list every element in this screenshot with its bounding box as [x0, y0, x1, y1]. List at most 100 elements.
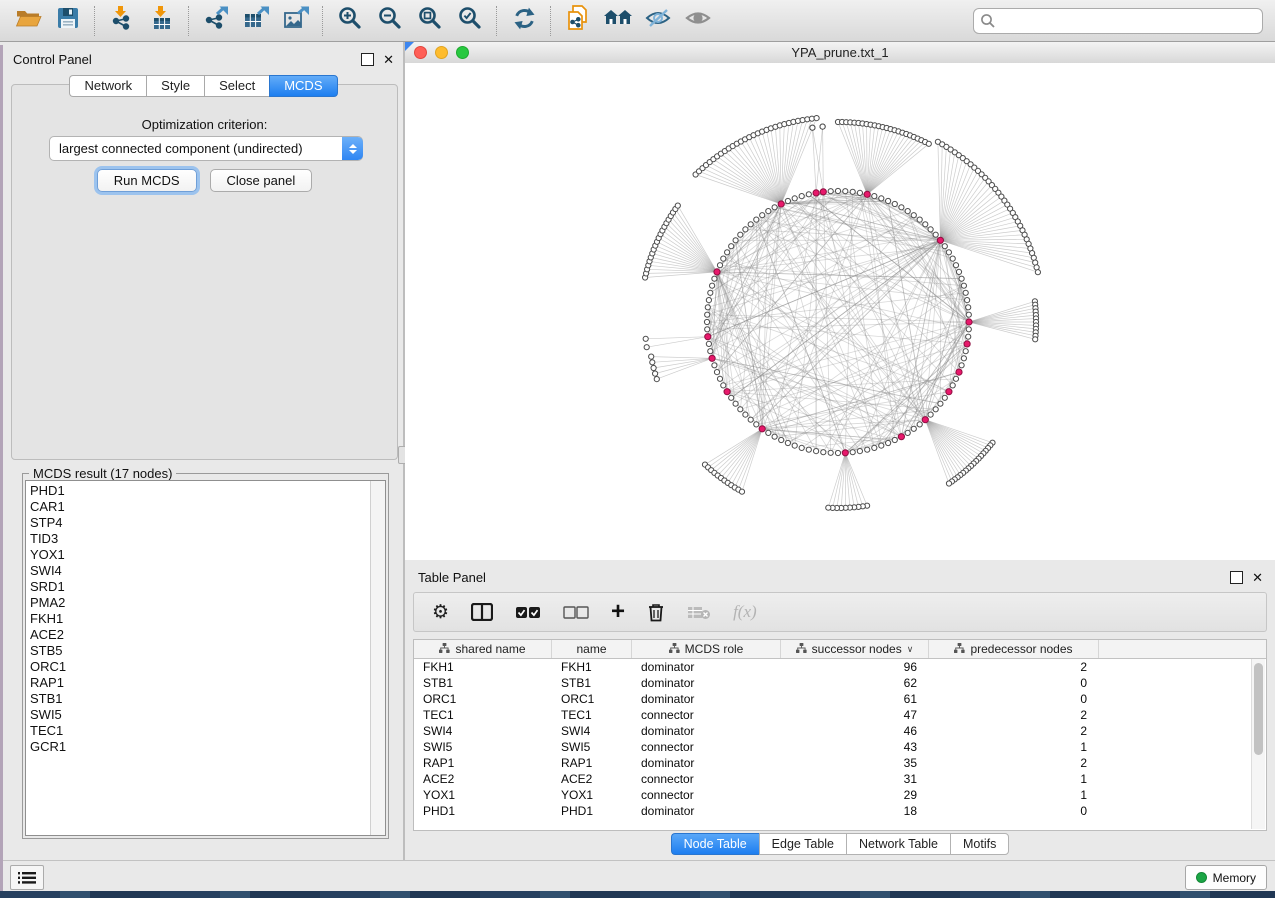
run-mcds-button[interactable]: Run MCDS	[97, 169, 197, 192]
tab-network[interactable]: Network	[69, 75, 146, 97]
settings-gear-icon[interactable]: ⚙	[432, 603, 449, 622]
mcds-node-item[interactable]: CAR1	[30, 499, 371, 515]
hide-selected-button[interactable]	[638, 4, 678, 38]
mcds-list-scrollbar[interactable]	[370, 481, 385, 835]
show-panels-button[interactable]	[10, 865, 44, 890]
table-scrollbar[interactable]	[1251, 659, 1265, 829]
export-image-icon	[283, 5, 310, 36]
cell-predecessor-nodes: 2	[929, 756, 1099, 770]
cell-successor-nodes: 18	[781, 804, 929, 818]
mcds-node-item[interactable]: SRD1	[30, 579, 371, 595]
tab-edge-table[interactable]: Edge Table	[759, 833, 846, 855]
delete-column-icon[interactable]	[647, 602, 665, 622]
add-column-icon[interactable]: +	[611, 602, 625, 622]
import-network-button[interactable]	[102, 4, 142, 38]
mcds-node-item[interactable]: TEC1	[30, 723, 371, 739]
mcds-node-item[interactable]: SWI4	[30, 563, 371, 579]
table-row[interactable]: SWI4SWI4dominator462	[414, 723, 1266, 739]
tab-network-table[interactable]: Network Table	[846, 833, 950, 855]
search-input[interactable]	[973, 8, 1263, 34]
mcds-node-item[interactable]: FKH1	[30, 611, 371, 627]
control-panel: Control Panel ✕ NetworkStyleSelectMCDS O…	[3, 45, 404, 860]
cell-predecessor-nodes: 0	[929, 804, 1099, 818]
column-header-shared-name[interactable]: shared name	[414, 640, 552, 658]
select-all-rows-icon[interactable]	[515, 606, 541, 619]
column-header-predecessor-nodes[interactable]: predecessor nodes	[929, 640, 1099, 658]
cell-name: FKH1	[552, 660, 632, 674]
table-row[interactable]: STB1STB1dominator620	[414, 675, 1266, 691]
shared-column-icon	[439, 642, 450, 656]
show-column-icon[interactable]	[471, 603, 493, 621]
mcds-node-item[interactable]: STB1	[30, 691, 371, 707]
network-canvas[interactable]	[405, 63, 1275, 560]
criterion-dropdown[interactable]: largest connected component (undirected)	[49, 136, 363, 161]
cell-successor-nodes: 96	[781, 660, 929, 674]
cell-predecessor-nodes: 2	[929, 660, 1099, 674]
mcds-node-item[interactable]: TID3	[30, 531, 371, 547]
tab-motifs[interactable]: Motifs	[950, 833, 1009, 855]
refresh-view-button[interactable]	[504, 4, 544, 38]
first-neighbors-button[interactable]	[598, 4, 638, 38]
cell-shared-name: TEC1	[414, 708, 552, 722]
cell-name: YOX1	[552, 788, 632, 802]
table-row[interactable]: ACE2ACE2connector311	[414, 771, 1266, 787]
mcds-node-item[interactable]: YOX1	[30, 547, 371, 563]
cell-shared-name: STB1	[414, 676, 552, 690]
export-image-button[interactable]	[276, 4, 316, 38]
table-scrollbar-thumb[interactable]	[1254, 663, 1263, 755]
shared-column-icon	[669, 642, 680, 656]
tab-style[interactable]: Style	[146, 75, 204, 97]
cell-successor-nodes: 61	[781, 692, 929, 706]
refresh-icon	[512, 6, 537, 36]
column-header-successor-nodes[interactable]: successor nodes∨	[781, 640, 929, 658]
memory-label: Memory	[1213, 871, 1256, 885]
table-row[interactable]: ORC1ORC1dominator610	[414, 691, 1266, 707]
mcds-node-item[interactable]: RAP1	[30, 675, 371, 691]
tab-node-table[interactable]: Node Table	[671, 833, 759, 855]
mcds-node-item[interactable]: STP4	[30, 515, 371, 531]
import-network-icon	[109, 5, 135, 36]
float-table-panel-icon[interactable]	[1230, 571, 1243, 584]
tab-select[interactable]: Select	[204, 75, 269, 97]
mcds-node-item[interactable]: PHD1	[30, 483, 371, 499]
mcds-node-item[interactable]: ORC1	[30, 659, 371, 675]
cell-predecessor-nodes: 1	[929, 788, 1099, 802]
mcds-node-item[interactable]: PMA2	[30, 595, 371, 611]
cell-successor-nodes: 31	[781, 772, 929, 786]
close-table-panel-icon[interactable]: ✕	[1252, 572, 1263, 583]
zoom-in-button[interactable]	[330, 4, 370, 38]
memory-button[interactable]: Memory	[1185, 865, 1267, 890]
table-row[interactable]: TEC1TEC1connector472	[414, 707, 1266, 723]
close-panel-icon[interactable]: ✕	[383, 54, 394, 65]
import-table-button[interactable]	[142, 4, 182, 38]
tab-mcds[interactable]: MCDS	[269, 75, 337, 97]
zoom-selected-button[interactable]	[450, 4, 490, 38]
network-window-titlebar[interactable]: YPA_prune.txt_1	[405, 42, 1275, 64]
mcds-node-item[interactable]: SWI5	[30, 707, 371, 723]
table-row[interactable]: YOX1YOX1connector291	[414, 787, 1266, 803]
zoom-fit-button[interactable]	[410, 4, 450, 38]
table-row[interactable]: FKH1FKH1dominator962	[414, 659, 1266, 675]
close-panel-button[interactable]: Close panel	[210, 169, 313, 192]
table-row[interactable]: RAP1RAP1dominator352	[414, 755, 1266, 771]
mcds-node-item[interactable]: STB5	[30, 643, 371, 659]
table-row[interactable]: PHD1PHD1dominator180	[414, 803, 1266, 819]
main-toolbar	[0, 0, 1275, 42]
export-network-button[interactable]	[196, 4, 236, 38]
open-file-button[interactable]	[8, 4, 48, 38]
mcds-node-item[interactable]: GCR1	[30, 739, 371, 755]
column-header-name[interactable]: name	[552, 640, 632, 658]
clone-network-button[interactable]	[558, 4, 598, 38]
save-session-button[interactable]	[48, 4, 88, 38]
export-table-button[interactable]	[236, 4, 276, 38]
column-header-mcds-role[interactable]: MCDS role	[632, 640, 781, 658]
network-graph	[405, 63, 1275, 560]
table-row[interactable]: SWI5SWI5connector431	[414, 739, 1266, 755]
optimization-criterion-label: Optimization criterion:	[12, 117, 397, 132]
mcds-node-item[interactable]: ACE2	[30, 627, 371, 643]
float-panel-icon[interactable]	[361, 53, 374, 66]
show-all-button[interactable]	[678, 4, 718, 38]
mcds-result-title: MCDS result (17 nodes)	[29, 466, 176, 481]
deselect-all-rows-icon[interactable]	[563, 606, 589, 619]
zoom-out-button[interactable]	[370, 4, 410, 38]
